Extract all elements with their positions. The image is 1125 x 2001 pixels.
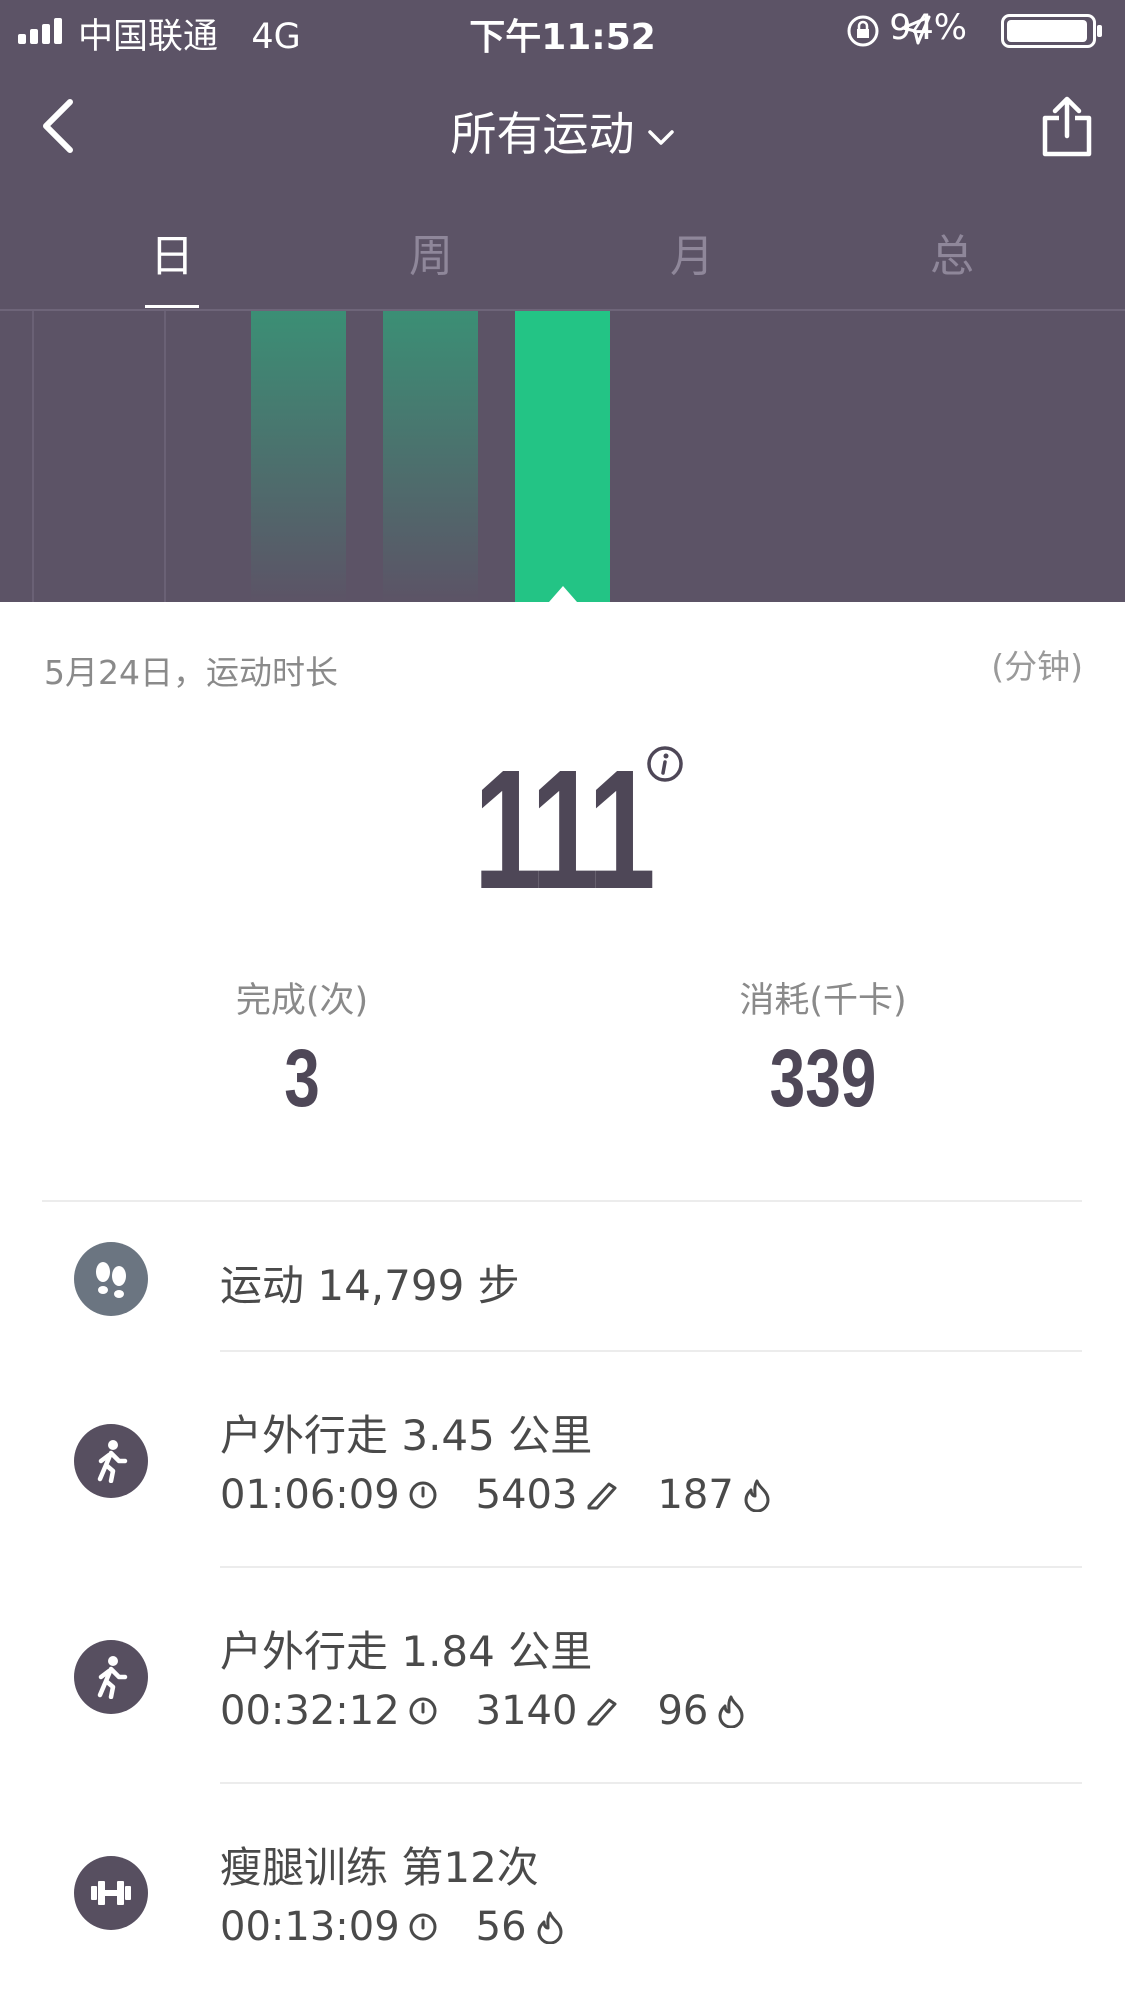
shoe-icon [587,1698,617,1726]
share-icon[interactable] [1039,96,1095,158]
kcal-text: 187 [657,1472,734,1518]
row-metrics: 00:32:12 3140 96 [220,1688,784,1734]
page-title: 所有运动 [450,107,635,161]
shoe-icon [587,1482,617,1510]
completed-value: 3 [284,1033,320,1124]
walking-icon [74,1640,148,1714]
chart-bar[interactable] [383,311,478,602]
duration-text: 00:13:09 [220,1904,400,1950]
row-title: 户外行走 1.84 公里 [220,1627,593,1676]
timer-icon [409,1697,437,1725]
info-icon[interactable] [645,744,685,784]
nav-bar: 所有运动 [0,70,1125,180]
kcal-text: 56 [475,1904,527,1950]
duration-text: 00:32:12 [220,1688,400,1734]
tab-day[interactable]: 日 [42,220,302,284]
row-title: 户外行走 3.45 公里 [220,1411,593,1460]
calories-label: 消耗(千卡) [739,981,907,1021]
chart-bar-selected[interactable] [515,311,610,602]
status-bar: 中国联通 4G 下午11:52 94% [0,0,1125,60]
timer-icon [409,1481,437,1509]
dumbbell-icon [74,1856,148,1930]
tab-month[interactable]: 月 [562,220,822,284]
divider [42,1200,1082,1202]
battery-icon [1001,14,1102,48]
row-metrics: 00:13:09 56 [220,1904,603,1950]
steps-text: 3140 [475,1688,578,1734]
orientation-lock-icon [847,15,879,47]
activity-filter-dropdown[interactable]: 所有运动 [0,98,1125,164]
tab-indicator [145,305,199,308]
completed-label: 完成(次) [235,981,369,1021]
period-tabs: 日 周 月 总 [0,200,1125,310]
walking-icon [74,1424,148,1498]
daily-duration-chart [32,311,610,602]
flame-icon [718,1695,744,1728]
divider [220,1566,1082,1568]
unit-label: (分钟) [991,647,1083,686]
tab-total[interactable]: 总 [822,220,1082,284]
duration-value: 111 [473,735,656,925]
duration-text: 01:06:09 [220,1472,400,1518]
flame-icon [744,1479,770,1512]
chart-bar[interactable] [251,311,346,602]
header-panel: 中国联通 4G 下午11:52 94% 所有运动 日 周 月 总 [0,0,1125,602]
steps-text: 5403 [475,1472,578,1518]
tab-week[interactable]: 周 [301,220,561,284]
chevron-down-icon [647,129,674,145]
divider [220,1350,1082,1352]
kcal-text: 96 [657,1688,709,1734]
timer-icon [409,1913,437,1941]
row-title: 瘦腿训练 第12次 [220,1843,539,1892]
row-title: 运动 14,799 步 [220,1261,520,1310]
row-metrics: 01:06:09 5403 187 [220,1472,810,1518]
date-label: 5月24日，运动时长 [44,653,338,692]
battery-percent: 94% [889,8,967,48]
calories-value: 339 [769,1033,877,1124]
footprints-icon [74,1242,148,1316]
divider [220,1782,1082,1784]
flame-icon [537,1911,563,1944]
